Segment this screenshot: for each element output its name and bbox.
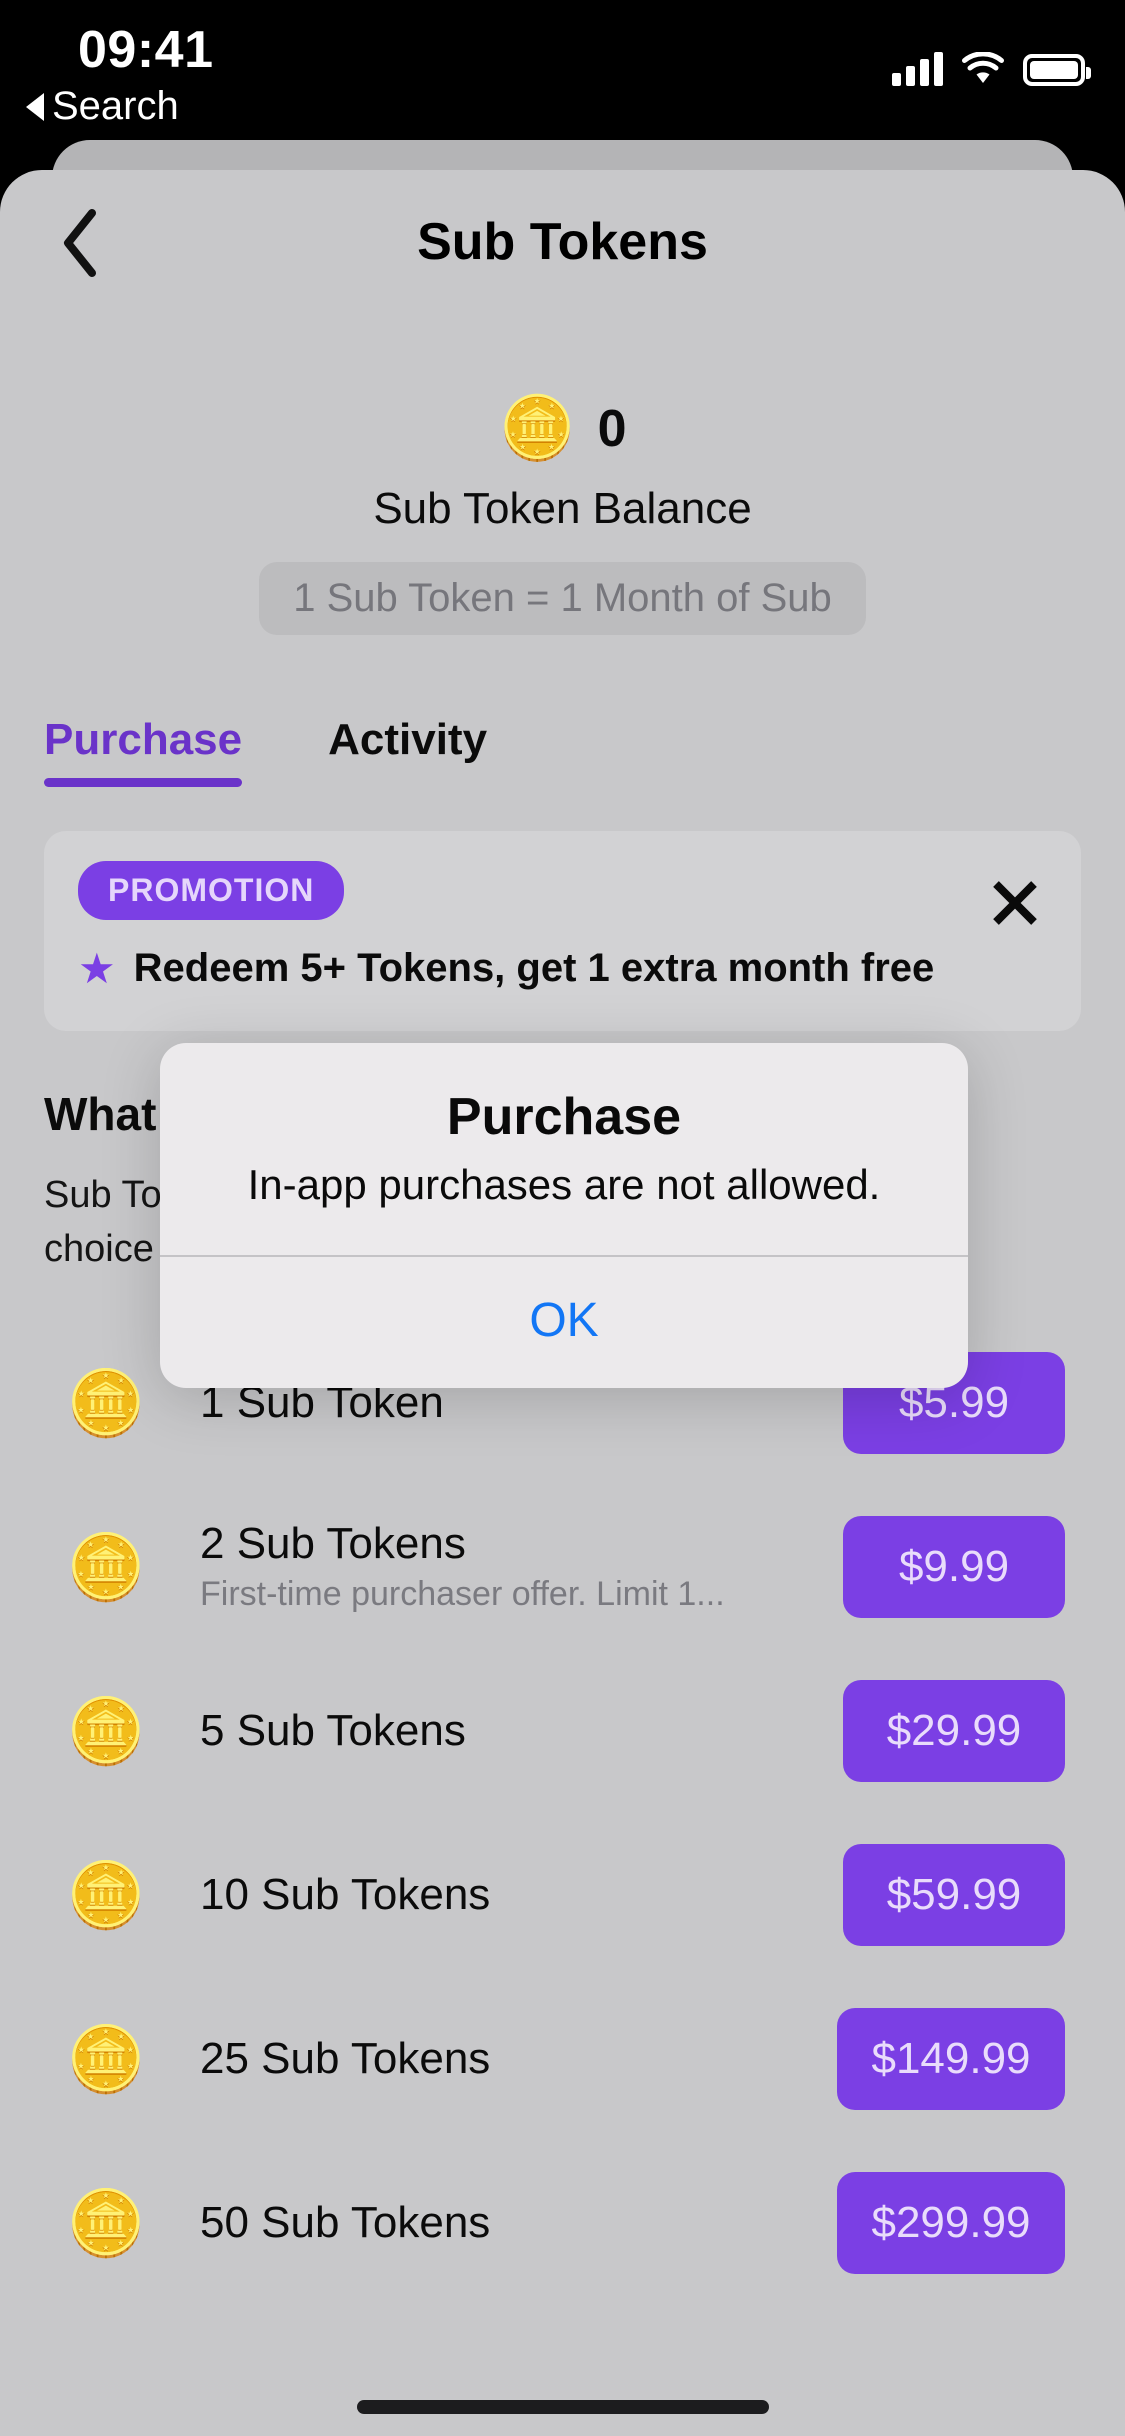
token-rate-badge: 1 Sub Token = 1 Month of Sub [259, 562, 866, 635]
product-info: 5 Sub Tokens [186, 1706, 843, 1756]
coin-stack-icon: 🪙 [66, 2022, 146, 2095]
tab-purchase[interactable]: Purchase [44, 715, 243, 787]
coin-stack-icon: 🪙 [66, 1858, 146, 1931]
back-triangle-icon [26, 92, 44, 121]
navigation-bar: Sub Tokens [0, 170, 1125, 320]
balance-section: 🪙 0 Sub Token Balance 1 Sub Token = 1 Mo… [0, 398, 1125, 635]
purchase-alert-dialog: Purchase In-app purchases are not allowe… [160, 1043, 968, 1388]
product-title: 5 Sub Tokens [200, 1705, 466, 1755]
status-bar-time: 09:41 [78, 21, 214, 79]
product-row[interactable]: 🪙 2 Sub Tokens First-time purchaser offe… [0, 1485, 1125, 1649]
buy-button[interactable]: $9.99 [843, 1515, 1065, 1618]
product-row[interactable]: 🪙 25 Sub Tokens $149.99 [0, 1977, 1125, 2141]
promotion-text: Redeem 5+ Tokens, get 1 extra month free [133, 946, 935, 990]
status-bar: 09:41 Search [0, 0, 1125, 150]
promotion-badge: PROMOTION [78, 861, 345, 920]
product-info: 10 Sub Tokens [186, 1870, 843, 1920]
product-info: 2 Sub Tokens First-time purchaser offer.… [186, 1519, 843, 1614]
product-row[interactable]: 🪙 10 Sub Tokens $59.99 [0, 1813, 1125, 1977]
wifi-icon [961, 52, 1005, 86]
phone-screen: 09:41 Search Sub Tokens 🪙 0 Sub Token Ba… [0, 0, 1125, 2436]
status-bar-indicators [892, 36, 1091, 86]
alert-body: Purchase In-app purchases are not allowe… [160, 1043, 968, 1255]
product-list: 🪙 1 Sub Token $5.99 🪙 2 Sub Tokens First… [0, 1321, 1125, 2305]
promotion-line: ★ Redeem 5+ Tokens, get 1 extra month fr… [78, 946, 1047, 991]
tab-bar: Purchase Activity [0, 715, 1125, 787]
star-icon: ★ [78, 944, 116, 992]
buy-button[interactable]: $299.99 [837, 2171, 1065, 2274]
balance-count: 0 [597, 400, 627, 458]
product-title: 50 Sub Tokens [200, 2197, 491, 2247]
buy-button[interactable]: $29.99 [843, 1679, 1065, 1782]
product-info: 25 Sub Tokens [186, 2034, 837, 2084]
promotion-card[interactable]: PROMOTION ★ Redeem 5+ Tokens, get 1 extr… [44, 831, 1081, 1031]
signal-bars-icon [892, 52, 943, 86]
product-title: 25 Sub Tokens [200, 2033, 491, 2083]
status-bar-back-label: Search [52, 84, 179, 128]
coin-stack-icon: 🪙 [66, 1694, 146, 1767]
battery-icon [1023, 54, 1091, 86]
buy-button[interactable]: $59.99 [843, 1843, 1065, 1946]
coin-stack-icon: 🪙 [66, 2186, 146, 2259]
product-row[interactable]: 🪙 50 Sub Tokens $299.99 [0, 2141, 1125, 2305]
alert-ok-button[interactable]: OK [160, 1257, 968, 1388]
close-icon [989, 877, 1041, 934]
balance-row: 🪙 0 [0, 398, 1125, 460]
coin-icon: 🪙 [498, 394, 576, 463]
home-indicator[interactable] [356, 2400, 769, 2414]
coin-stack-icon: 🪙 [66, 1530, 146, 1603]
product-row[interactable]: 🪙 5 Sub Tokens $29.99 [0, 1649, 1125, 1813]
balance-label: Sub Token Balance [373, 484, 752, 533]
product-title: 2 Sub Tokens [200, 1519, 466, 1569]
product-info: 50 Sub Tokens [186, 2198, 837, 2248]
alert-message: In-app purchases are not allowed. [247, 1161, 881, 1208]
product-title: 10 Sub Tokens [200, 1869, 491, 1919]
tab-activity[interactable]: Activity [328, 715, 487, 787]
promotion-close-button[interactable] [985, 875, 1045, 935]
buy-button[interactable]: $149.99 [837, 2007, 1065, 2110]
status-bar-back-to-app[interactable]: Search [26, 84, 179, 129]
page-title: Sub Tokens [417, 213, 708, 271]
alert-title: Purchase [446, 1088, 682, 1146]
product-subtitle: First-time purchaser offer. Limit 1... [200, 1575, 725, 1614]
